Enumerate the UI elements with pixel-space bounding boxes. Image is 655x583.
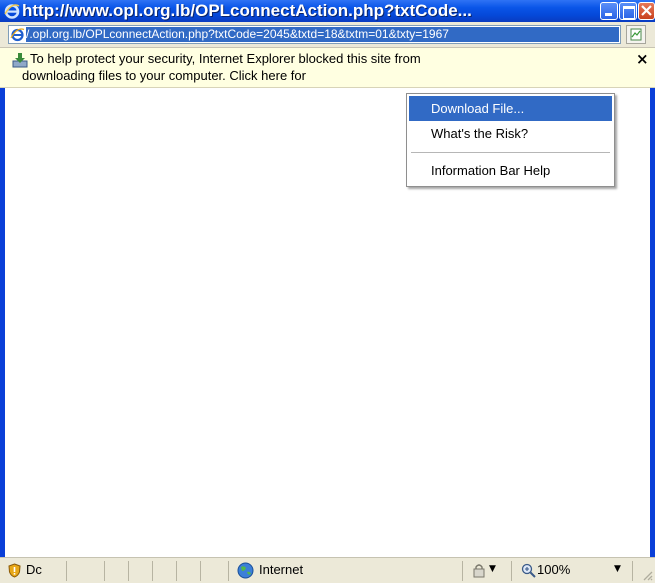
close-window-button[interactable]: [638, 2, 655, 20]
menu-item-whats-the-risk[interactable]: What's the Risk?: [409, 121, 612, 146]
chevron-down-icon[interactable]: ▼: [614, 564, 621, 574]
compatibility-view-button[interactable]: [626, 25, 646, 44]
page-icon: [630, 28, 642, 41]
internet-explorer-icon: [4, 4, 20, 19]
zoom-icon: [521, 563, 536, 578]
status-divider: [104, 561, 105, 581]
status-divider: [176, 561, 177, 581]
menu-separator: [411, 152, 610, 153]
address-bar: /.opl.org.lb/OPLconnectAction.php?txtCod…: [0, 22, 655, 48]
status-divider: [228, 561, 229, 581]
browser-window: http://www.opl.org.lb/OPLconnectAction.p…: [0, 0, 655, 583]
info-bar-message-line2: downloading files to your computer. Clic…: [22, 68, 306, 83]
zoom-level[interactable]: 100%: [537, 562, 570, 577]
status-text: Dc: [26, 562, 42, 577]
status-divider: [462, 561, 463, 581]
info-bar-close-button[interactable]: ×: [636, 50, 649, 68]
status-divider: [511, 561, 512, 581]
status-divider: [632, 561, 633, 581]
internet-globe-icon: [237, 562, 254, 579]
info-bar-context-menu: Download File... What's the Risk? Inform…: [406, 93, 615, 187]
maximize-button[interactable]: [619, 2, 637, 20]
close-icon: [641, 5, 652, 16]
chevron-down-icon[interactable]: ▼: [489, 564, 496, 574]
title-bar[interactable]: http://www.opl.org.lb/OPLconnectAction.p…: [0, 0, 655, 22]
status-divider: [200, 561, 201, 581]
status-divider: [66, 561, 67, 581]
window-title: http://www.opl.org.lb/OPLconnectAction.p…: [22, 1, 472, 20]
information-bar[interactable]: To help protect your security, Internet …: [0, 48, 655, 88]
ie-page-icon: [10, 27, 25, 42]
security-zone-label: Internet: [259, 562, 304, 577]
address-field[interactable]: /.opl.org.lb/OPLconnectAction.php?txtCod…: [8, 25, 621, 44]
info-bar-message-line1: To help protect your security, Internet …: [30, 51, 421, 66]
resize-grip-icon[interactable]: [641, 569, 653, 581]
protected-mode-icon[interactable]: [472, 563, 486, 578]
menu-item-information-bar-help[interactable]: Information Bar Help: [409, 158, 612, 183]
url-text[interactable]: /.opl.org.lb/OPLconnectAction.php?txtCod…: [26, 27, 619, 42]
status-divider: [152, 561, 153, 581]
minimize-button[interactable]: [600, 2, 618, 20]
menu-item-download-file[interactable]: Download File...: [409, 96, 612, 121]
warning-shield-icon: [8, 563, 21, 578]
status-divider: [128, 561, 129, 581]
download-blocked-icon: [12, 53, 28, 68]
status-bar: Dc Internet ▼ 100% ▼: [0, 557, 655, 583]
